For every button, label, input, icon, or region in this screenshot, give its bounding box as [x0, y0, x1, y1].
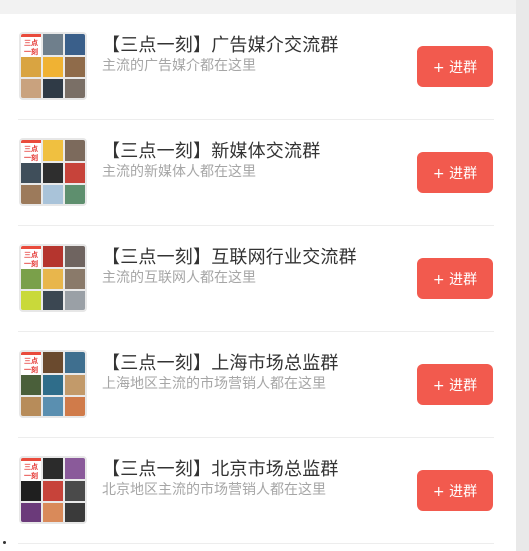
member-photo-tile	[65, 290, 85, 310]
member-photo-tile	[43, 290, 63, 310]
brand-logo-text: 一刻	[24, 47, 38, 56]
member-photo-tile	[21, 502, 41, 522]
member-photo-tile	[65, 246, 85, 267]
brand-logo-text: 三点	[24, 462, 38, 471]
member-photo-tile	[43, 246, 63, 267]
brand-logo-tile: 三点 一刻	[21, 246, 41, 270]
member-photo-tile	[65, 352, 85, 373]
member-photo-tile	[65, 163, 85, 183]
member-photo-tile	[43, 34, 63, 55]
join-group-button[interactable]: + 进群	[417, 364, 493, 405]
member-photo-tile	[65, 481, 85, 501]
member-photo-tile	[21, 396, 41, 416]
member-photo-tile	[65, 269, 85, 289]
group-avatar: 三点 一刻	[19, 32, 87, 100]
join-group-button[interactable]: + 进群	[417, 470, 493, 511]
member-photo-tile	[43, 57, 63, 77]
member-photo-tile	[21, 375, 41, 395]
brand-logo-tile: 三点 一刻	[21, 458, 41, 482]
brand-logo-tile: 三点 一刻	[21, 352, 41, 376]
member-photo-tile	[43, 375, 63, 395]
group-title: 【三点一刻】北京市场总监群	[102, 459, 339, 480]
member-photo-tile	[21, 184, 41, 204]
member-photo-tile	[65, 502, 85, 522]
top-bar	[0, 0, 516, 14]
member-photo-tile	[43, 458, 63, 479]
member-photo-tile	[65, 57, 85, 77]
member-photo-tile	[43, 163, 63, 183]
join-group-button[interactable]: + 进群	[417, 152, 493, 193]
group-row[interactable]: 三点 一刻 【三点一刻】上海市场总监群 上海地区主流的市场营销人都在这里 + 进群	[0, 332, 516, 438]
group-subtitle: 北京地区主流的市场营销人都在这里	[102, 482, 326, 498]
page-dot	[3, 541, 6, 544]
member-photo-tile	[43, 269, 63, 289]
member-photo-tile	[65, 184, 85, 204]
member-photo-tile	[21, 57, 41, 77]
member-photo-tile	[43, 140, 63, 161]
join-group-button[interactable]: + 进群	[417, 258, 493, 299]
group-subtitle: 上海地区主流的市场营销人都在这里	[102, 376, 326, 392]
member-photo-tile	[65, 458, 85, 479]
brand-logo-text: 三点	[24, 356, 38, 365]
member-photo-tile	[43, 352, 63, 373]
member-photo-tile	[65, 140, 85, 161]
group-subtitle: 主流的互联网人都在这里	[102, 270, 256, 286]
brand-logo-text: 一刻	[24, 153, 38, 162]
member-photo-tile	[21, 269, 41, 289]
scrollbar[interactable]	[516, 0, 529, 551]
group-title: 【三点一刻】互联网行业交流群	[102, 247, 357, 268]
brand-logo-text: 三点	[24, 250, 38, 259]
join-group-button[interactable]: + 进群	[417, 46, 493, 87]
brand-logo-text: 一刻	[24, 259, 38, 268]
member-photo-tile	[65, 78, 85, 98]
group-avatar: 三点 一刻	[19, 244, 87, 312]
brand-logo-text: 一刻	[24, 365, 38, 374]
brand-logo-tile: 三点 一刻	[21, 140, 41, 164]
member-photo-tile	[65, 34, 85, 55]
member-photo-tile	[21, 163, 41, 183]
brand-logo-text: 三点	[24, 38, 38, 47]
member-photo-tile	[21, 290, 41, 310]
group-title: 【三点一刻】上海市场总监群	[102, 353, 339, 374]
member-photo-tile	[21, 481, 41, 501]
group-title: 【三点一刻】新媒体交流群	[102, 141, 321, 162]
member-photo-tile	[43, 502, 63, 522]
group-subtitle: 主流的新媒体人都在这里	[102, 164, 256, 180]
group-title: 【三点一刻】广告媒介交流群	[102, 35, 339, 56]
member-photo-tile	[21, 78, 41, 98]
member-photo-tile	[43, 78, 63, 98]
group-avatar: 三点 一刻	[19, 456, 87, 524]
group-list: 三点 一刻 【三点一刻】广告媒介交流群 主流的广告媒介都在这里 + 进群 三点 一刻…	[0, 14, 516, 544]
member-photo-tile	[43, 396, 63, 416]
brand-logo-text: 三点	[24, 144, 38, 153]
group-row[interactable]: 三点 一刻 【三点一刻】互联网行业交流群 主流的互联网人都在这里 + 进群	[0, 226, 516, 332]
member-photo-tile	[43, 184, 63, 204]
group-subtitle: 主流的广告媒介都在这里	[102, 58, 256, 74]
group-row[interactable]: 三点 一刻 【三点一刻】广告媒介交流群 主流的广告媒介都在这里 + 进群	[0, 14, 516, 120]
member-photo-tile	[43, 481, 63, 501]
group-row[interactable]: 三点 一刻 【三点一刻】北京市场总监群 北京地区主流的市场营销人都在这里 + 进群	[0, 438, 516, 544]
member-photo-tile	[65, 375, 85, 395]
brand-logo-tile: 三点 一刻	[21, 34, 41, 58]
group-avatar: 三点 一刻	[19, 350, 87, 418]
brand-logo-text: 一刻	[24, 471, 38, 480]
group-avatar: 三点 一刻	[19, 138, 87, 206]
member-photo-tile	[65, 396, 85, 416]
group-row[interactable]: 三点 一刻 【三点一刻】新媒体交流群 主流的新媒体人都在这里 + 进群	[0, 120, 516, 226]
